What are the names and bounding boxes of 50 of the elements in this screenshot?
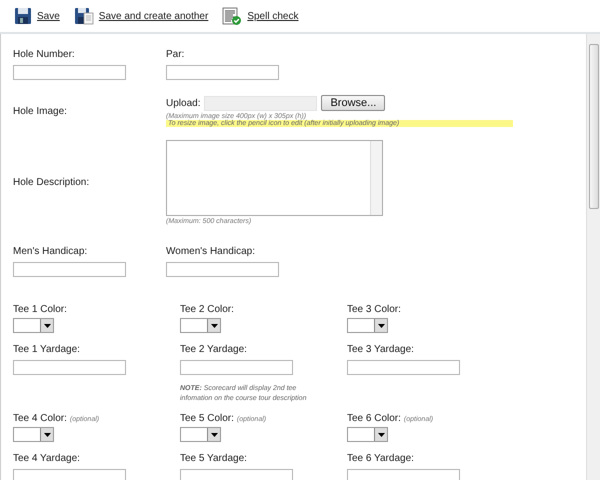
text-field[interactable] [347, 360, 460, 375]
field-label: Hole Number: [13, 49, 76, 60]
field-label: Tee 2 Color: [180, 304, 235, 315]
text-field[interactable] [166, 65, 279, 80]
caret-icon [378, 324, 384, 328]
field-label: Tee 6 Yardage: [347, 453, 415, 464]
color-dropdown[interactable] [13, 318, 54, 333]
field-label: Tee 3 Yardage: [347, 344, 415, 355]
color-dropdown[interactable] [180, 318, 221, 333]
field-label: Hole Description: [13, 177, 90, 188]
field-label: Tee 4 Color: [13, 413, 67, 424]
field-label: Tee 4 Yardage: [13, 453, 81, 464]
field-label: Men's Handicap: [13, 246, 88, 257]
field-label: Women's Handicap: [166, 246, 256, 257]
text-field[interactable] [13, 65, 126, 80]
field-label: Tee 2 Yardage: [180, 344, 248, 355]
text-field[interactable] [347, 469, 460, 480]
caret-icon [210, 432, 218, 436]
caret-icon [44, 324, 50, 328]
caret-icon [378, 432, 384, 436]
field-label: Tee 1 Yardage: [13, 344, 81, 355]
color-dropdown[interactable] [347, 427, 388, 442]
text-field[interactable] [13, 360, 126, 375]
text-field[interactable] [180, 469, 293, 480]
text-field[interactable] [180, 360, 293, 375]
color-dropdown[interactable] [180, 427, 221, 442]
scrollbar[interactable] [586, 34, 600, 480]
color-dropdown[interactable] [347, 318, 388, 333]
caret-icon [44, 432, 50, 436]
file-path-field[interactable] [204, 96, 318, 110]
color-dropdown[interactable] [13, 427, 54, 442]
text-field[interactable] [13, 262, 126, 277]
text-field[interactable] [166, 262, 279, 277]
field-label: Par: [166, 49, 186, 60]
caret-icon [210, 324, 218, 328]
toolbar-link[interactable]: Save and create another [74, 7, 208, 25]
field-label: Tee 1 Color: [13, 304, 68, 315]
field-label: Hole Image: [13, 106, 67, 116]
toolbar-link[interactable]: Spell check [222, 6, 298, 26]
field-label: Tee 6 Color: [347, 413, 401, 424]
field-label: Tee 5 Yardage: [180, 453, 248, 464]
field-label: Tee 5 Color: [180, 413, 234, 424]
field-label: Tee 3 Color: [347, 304, 402, 315]
field-label: Upload: [166, 98, 200, 108]
floppy-disk-with-page-icon [74, 7, 94, 25]
browse-button[interactable]: Browse... [321, 95, 386, 111]
description-textarea[interactable] [166, 140, 383, 216]
toolbar-link[interactable]: Save [14, 7, 60, 25]
document-with-checkmark-icon [222, 6, 242, 26]
text-field[interactable] [13, 469, 126, 480]
